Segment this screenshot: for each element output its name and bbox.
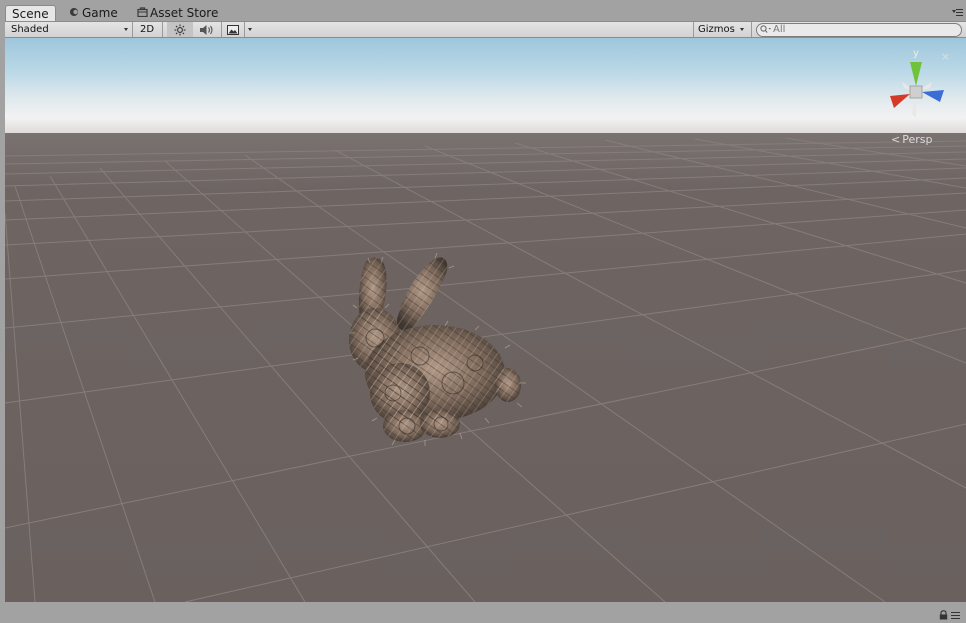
menu-icon[interactable] <box>951 612 960 619</box>
tab-asset-store-label: Asset Store <box>150 6 219 20</box>
toolbar-divider <box>221 22 222 37</box>
scene-viewport[interactable] <box>5 38 966 602</box>
status-bar <box>0 602 966 623</box>
image-icon <box>227 25 239 35</box>
menu-icon <box>956 9 963 16</box>
scene-effects-dropdown[interactable] <box>224 22 257 37</box>
toolbar-divider <box>751 22 752 37</box>
toolbar-divider <box>244 22 245 37</box>
projection-label: Persp <box>902 133 933 146</box>
tab-scene-label: Scene <box>12 7 49 21</box>
shading-mode-dropdown[interactable]: Shaded <box>11 22 129 37</box>
panel-menu-button[interactable] <box>952 8 963 17</box>
tab-game-label: Game <box>82 6 118 20</box>
gizmos-dropdown[interactable]: Gizmos <box>698 22 748 37</box>
lock-icon[interactable] <box>939 610 948 620</box>
search-icon <box>760 25 772 36</box>
projection-toggle[interactable]: < Persp <box>891 133 932 146</box>
gizmo-x-axis[interactable] <box>890 94 910 108</box>
chevron-down-icon <box>740 28 744 31</box>
tab-strip: Scene Game Asset Store <box>0 0 966 23</box>
search-field[interactable] <box>756 23 962 37</box>
search-input[interactable] <box>773 24 953 36</box>
tab-game[interactable]: Game <box>68 5 118 22</box>
gizmos-label: Gizmos <box>698 24 735 35</box>
store-icon <box>136 5 148 22</box>
toolbar-divider <box>162 22 163 37</box>
game-icon <box>68 5 80 22</box>
gizmo-y-label: y <box>913 48 919 59</box>
toolbar-divider <box>132 22 133 37</box>
shading-mode-value: Shaded <box>11 24 49 35</box>
unity-scene-window: Scene Game Asset Store Shaded 2D Gizmos … <box>0 0 966 623</box>
scene-audio-toggle[interactable] <box>195 22 219 37</box>
gizmo-close-icon[interactable]: × <box>941 50 950 63</box>
skybox <box>5 38 966 138</box>
chevron-down-icon <box>124 28 128 31</box>
chevron-down-icon <box>248 28 252 31</box>
sun-icon <box>174 24 186 36</box>
mode-2d-label: 2D <box>139 24 155 35</box>
gizmo-center-cube[interactable] <box>909 85 923 99</box>
gizmo-y-axis[interactable] <box>910 62 922 86</box>
mode-2d-toggle[interactable]: 2D <box>135 22 159 37</box>
gizmo-z-axis[interactable] <box>922 90 944 102</box>
scene-toolbar: Shaded 2D Gizmos All <box>5 21 966 38</box>
tab-asset-store[interactable]: Asset Store <box>136 5 218 22</box>
scene-lighting-toggle[interactable] <box>167 22 193 37</box>
chevron-left-icon: < <box>891 133 901 146</box>
scene-render <box>5 38 966 602</box>
speaker-icon <box>200 25 213 35</box>
toolbar-divider <box>693 22 694 37</box>
